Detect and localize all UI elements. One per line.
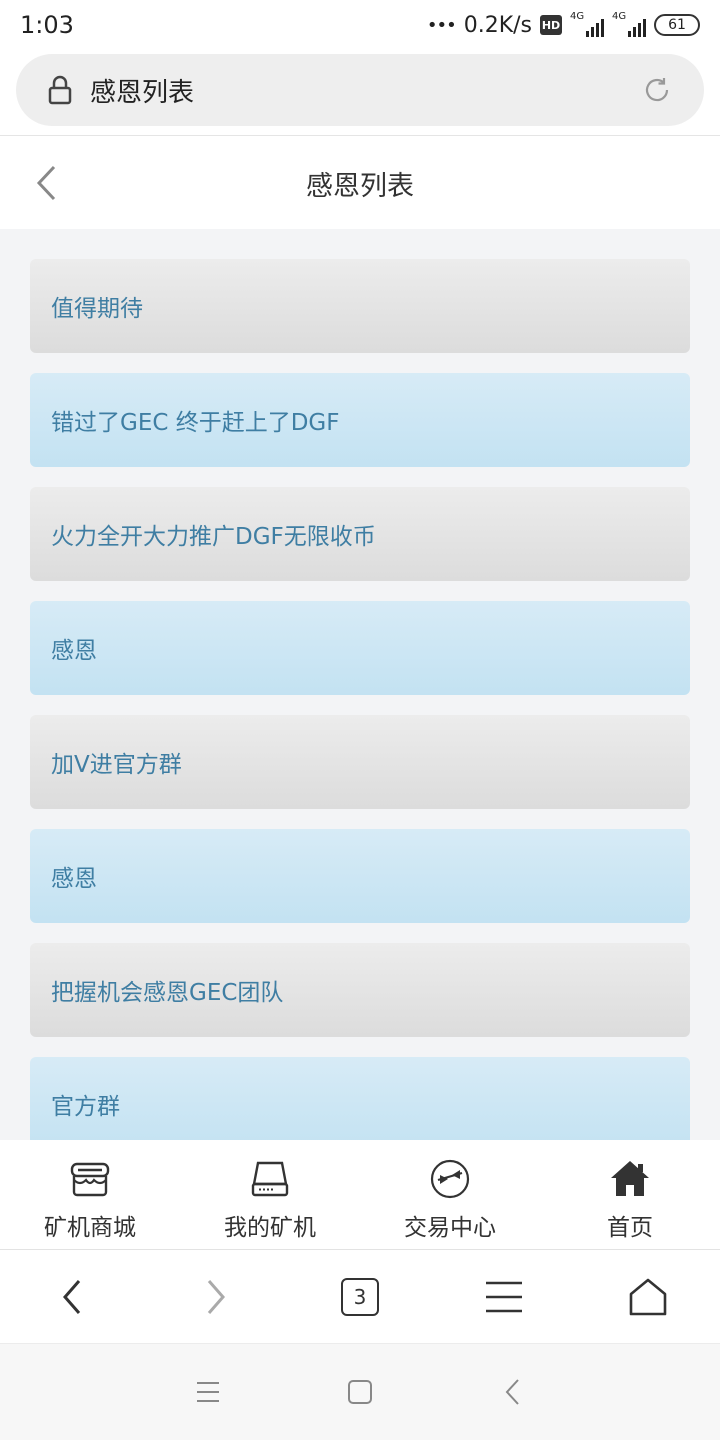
network-type-label: 4G — [570, 11, 585, 22]
menu-icon — [486, 1281, 522, 1312]
content-area[interactable]: 值得期待 错过了GEC 终于赶上了DGF 火力全开大力推广DGF无限收币 感恩 … — [0, 229, 720, 1140]
battery-icon: 61 — [654, 14, 700, 36]
home-outline-icon — [629, 1278, 667, 1315]
list-item-label: 感恩 — [51, 866, 97, 892]
tab-label: 交易中心 — [404, 1215, 496, 1241]
reload-icon[interactable] — [642, 75, 672, 105]
tab-trading-center[interactable]: 交易中心 — [360, 1140, 540, 1249]
back-button[interactable] — [28, 161, 64, 205]
list-item-label: 官方群 — [51, 1094, 120, 1120]
system-back-button[interactable] — [492, 1372, 532, 1412]
list-item[interactable]: 值得期待 — [30, 259, 690, 353]
network-speed: 0.2K/s — [463, 12, 532, 38]
list-item-label: 火力全开大力推广DGF无限收币 — [51, 524, 376, 550]
list-item-label: 错过了GEC 终于赶上了DGF — [51, 410, 340, 436]
list-item[interactable]: 官方群 — [30, 1057, 690, 1140]
bottom-tab-nav: 矿机商城 我的矿机 交易中心 首页 — [0, 1140, 720, 1250]
battery-level: 61 — [668, 17, 686, 33]
list-item[interactable]: 感恩 — [30, 829, 690, 923]
network-type-label-2: 4G — [612, 11, 627, 22]
signal-icon: 4G — [570, 11, 604, 39]
tab-my-miners[interactable]: 我的矿机 — [180, 1140, 360, 1249]
store-icon — [70, 1162, 110, 1197]
status-dots: ••• — [426, 14, 457, 36]
tab-miner-store[interactable]: 矿机商城 — [0, 1140, 180, 1249]
page-header: 感恩列表 — [0, 137, 720, 229]
hd-badge: HD — [540, 15, 562, 35]
status-bar: 1:03 ••• 0.2K/s HD 4G 4G 61 — [0, 0, 720, 50]
page-title: 感恩列表 — [306, 170, 414, 202]
address-bar[interactable]: 感恩列表 — [16, 54, 704, 126]
system-menu-button[interactable] — [188, 1372, 228, 1412]
chevron-right-icon — [207, 1279, 225, 1314]
status-indicators: ••• 0.2K/s HD 4G 4G 61 — [427, 11, 700, 39]
exchange-icon — [430, 1159, 470, 1199]
lock-icon — [48, 75, 72, 105]
list-item-label: 加V进官方群 — [51, 752, 182, 778]
list-item[interactable]: 加V进官方群 — [30, 715, 690, 809]
tab-label: 我的矿机 — [224, 1215, 316, 1241]
browser-forward-button[interactable] — [186, 1267, 246, 1327]
browser-toolbar: 3 — [0, 1250, 720, 1344]
chevron-left-icon — [63, 1279, 81, 1314]
list-item[interactable]: 把握机会感恩GEC团队 — [30, 943, 690, 1037]
drive-icon — [251, 1161, 289, 1197]
tab-label: 矿机商城 — [44, 1215, 136, 1241]
list-item[interactable]: 错过了GEC 终于赶上了DGF — [30, 373, 690, 467]
list-item[interactable]: 火力全开大力推广DGF无限收币 — [30, 487, 690, 581]
tab-home[interactable]: 首页 — [540, 1140, 720, 1249]
menu-button[interactable] — [474, 1267, 534, 1327]
list-item-label: 值得期待 — [51, 296, 143, 322]
system-home-button[interactable] — [340, 1372, 380, 1412]
tabs-button[interactable]: 3 — [330, 1267, 390, 1327]
address-bar-container: 感恩列表 — [0, 50, 720, 136]
chevron-left-icon — [36, 165, 56, 201]
browser-back-button[interactable] — [42, 1267, 102, 1327]
menu-icon — [197, 1382, 219, 1402]
status-time: 1:03 — [20, 11, 74, 39]
list-item[interactable]: 感恩 — [30, 601, 690, 695]
address-bar-title[interactable]: 感恩列表 — [90, 72, 642, 109]
browser-home-button[interactable] — [618, 1267, 678, 1327]
tab-label: 首页 — [607, 1215, 653, 1241]
system-nav-bar — [0, 1344, 720, 1440]
signal-icon-2: 4G — [612, 11, 646, 39]
tab-count: 3 — [341, 1277, 379, 1316]
list-item-label: 把握机会感恩GEC团队 — [51, 980, 284, 1006]
list-item-label: 感恩 — [51, 638, 97, 664]
square-icon — [348, 1380, 372, 1404]
thanks-list: 值得期待 错过了GEC 终于赶上了DGF 火力全开大力推广DGF无限收币 感恩 … — [30, 259, 690, 1140]
chevron-left-icon — [505, 1379, 519, 1405]
home-icon — [611, 1161, 649, 1196]
